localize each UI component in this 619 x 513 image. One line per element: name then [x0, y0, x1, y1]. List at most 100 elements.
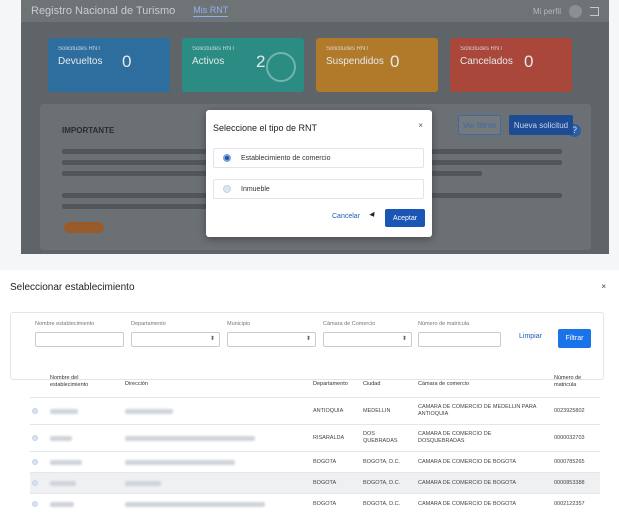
camara-select[interactable]: ⬍	[323, 332, 412, 347]
table-row[interactable]: RISARALDA DOS QUEBRADAS CAMARA DE COMERC…	[30, 425, 600, 452]
notice-action-button[interactable]	[64, 222, 104, 233]
close-icon[interactable]: ×	[418, 121, 423, 130]
rnt-dashboard: Registro Nacional de Turismo Mis RNT Mi …	[21, 0, 609, 254]
cell-matricula: 0000032703	[554, 435, 585, 441]
option-inmueble[interactable]: Inmueble	[213, 179, 424, 199]
ver-filtros-button[interactable]: Ver filtros	[458, 115, 501, 135]
close-icon[interactable]: ×	[601, 282, 606, 291]
table-row[interactable]: BOGOTA BOGOTA, D.C. CAMARA DE COMERCIO D…	[30, 473, 600, 494]
col-ciudad[interactable]: Ciudad	[363, 381, 380, 388]
card-count: 0	[524, 52, 534, 71]
radio-unselected-icon[interactable]	[32, 459, 38, 465]
card-devueltos[interactable]: Solicitudes RNT Devueltos 0	[48, 38, 170, 92]
table-row[interactable]: ANTIOQUIA MEDELLIN CAMARA DE COMERCIO DE…	[30, 398, 600, 425]
radio-unselected-icon[interactable]	[223, 185, 231, 193]
redacted-name	[50, 460, 82, 465]
table-row[interactable]: BOGOTA BOGOTA, D.C. CAMARA DE COMERCIO D…	[30, 494, 600, 513]
cell-camara: CAMARA DE COMERCIO DE MEDELLIN PARA ANTI…	[418, 404, 537, 417]
filter-label-departamento: Departamento	[131, 321, 166, 327]
card-activos[interactable]: Solicitudes RNT Activos 2	[182, 38, 304, 92]
app-header: Registro Nacional de Turismo Mis RNT Mi …	[21, 0, 609, 22]
filter-label-municipio: Municipio	[227, 321, 251, 327]
nombre-input[interactable]	[35, 332, 124, 347]
cell-departamento: ANTIOQUIA	[313, 408, 344, 414]
filtrar-button[interactable]: Filtrar	[558, 329, 591, 348]
cell-camara: CAMARA DE COMERCIO DE BOGOTA	[418, 459, 516, 465]
cell-departamento: RISARALDA	[313, 435, 345, 441]
check-circle-icon	[266, 52, 296, 82]
rnt-type-modal: Seleccione el tipo de RNT × Establecimie…	[206, 110, 432, 237]
card-caption: Solicitudes RNT	[58, 46, 102, 52]
radio-unselected-icon[interactable]	[32, 501, 38, 507]
table-row[interactable]: BOGOTA BOGOTA, D.C. CAMARA DE COMERCIO D…	[30, 452, 600, 473]
cell-matricula: 0000853388	[554, 480, 585, 486]
cell-departamento: BOGOTA	[313, 459, 337, 465]
chevron-updown-icon: ⬍	[401, 336, 407, 342]
cell-ciudad: BOGOTA, D.C.	[363, 480, 401, 486]
option-label: Inmueble	[241, 185, 270, 193]
municipio-select[interactable]: ⬍	[227, 332, 316, 347]
modal-title: Seleccione el tipo de RNT	[213, 123, 318, 133]
user-area: Mi perfil	[533, 4, 599, 18]
cell-camara: CAMARA DE COMERCIO DE DOSQUEBRADAS	[418, 431, 492, 444]
radio-selected-icon[interactable]	[223, 154, 231, 162]
cell-departamento: BOGOTA	[313, 480, 337, 486]
filter-label-camara: Cámara de Comercio	[323, 321, 376, 327]
radio-unselected-icon[interactable]	[32, 480, 38, 486]
user-profile-link[interactable]: Mi perfil	[533, 7, 561, 16]
cell-matricula: 0000785265	[554, 459, 585, 465]
card-label: Suspendidos	[326, 56, 384, 67]
chevron-updown-icon: ⬍	[305, 336, 311, 342]
radio-unselected-icon[interactable]	[32, 408, 38, 414]
cell-ciudad: BOGOTA, D.C.	[363, 501, 401, 507]
option-establecimiento[interactable]: Establecimiento de comercio	[213, 148, 424, 168]
departamento-select[interactable]: ⬍	[131, 332, 220, 347]
tab-mis-rnt[interactable]: Mis RNT	[193, 5, 229, 17]
cell-camara: CAMARA DE COMERCIO DE BOGOTA	[418, 480, 516, 486]
redacted-name	[50, 436, 72, 441]
limpiar-button[interactable]: Limpiar	[519, 333, 542, 340]
option-label: Establecimiento de comercio	[241, 154, 331, 162]
cell-matricula: 0023925802	[554, 408, 585, 414]
col-direccion[interactable]: Dirección	[125, 381, 148, 388]
col-departamento[interactable]: Departamento	[313, 381, 348, 388]
table-header: Nombre del establecimiento Dirección Dep…	[30, 370, 600, 398]
card-count: 2	[256, 52, 266, 71]
card-count: 0	[390, 52, 400, 71]
app-title: Registro Nacional de Turismo	[31, 5, 176, 17]
nueva-solicitud-button[interactable]: Nueva solicitud	[509, 115, 573, 135]
card-caption: Solicitudes RNT	[326, 46, 370, 52]
col-matricula[interactable]: Número de matricula	[554, 375, 598, 389]
card-suspendidos[interactable]: Solicitudes RNT Suspendidos 0	[316, 38, 438, 92]
redacted-address	[125, 481, 161, 486]
cell-ciudad: MEDELLIN	[363, 408, 391, 414]
status-cards: Solicitudes RNT Devueltos 0 Solicitudes …	[48, 38, 572, 92]
card-cancelados[interactable]: Solicitudes RNT Cancelados 0	[450, 38, 572, 92]
col-camara[interactable]: Cámara de comercio	[418, 381, 469, 388]
select-establishment-dialog: Seleccionar establecimiento × Nombre est…	[0, 270, 619, 513]
cell-ciudad: BOGOTA, D.C.	[363, 459, 401, 465]
redacted-name	[50, 502, 74, 507]
logout-icon[interactable]	[590, 6, 599, 16]
redacted-address	[125, 502, 265, 507]
cancel-button[interactable]: Cancelar	[332, 213, 360, 220]
matricula-input[interactable]	[418, 332, 501, 347]
redacted-address	[125, 460, 235, 465]
filter-label-matricula: Número de matricula	[418, 321, 470, 327]
cell-departamento: BOGOTA	[313, 501, 337, 507]
chevron-updown-icon: ⬍	[209, 336, 215, 342]
dialog-title: Seleccionar establecimiento	[10, 282, 135, 293]
notice-title: IMPORTANTE	[62, 126, 115, 135]
card-label: Devueltos	[58, 56, 103, 67]
card-count: 0	[122, 52, 132, 71]
avatar-icon[interactable]	[569, 4, 582, 18]
accept-button[interactable]: Aceptar	[385, 209, 425, 227]
filter-label-nombre: Nombre establecimiento	[35, 321, 95, 327]
redacted-name	[50, 481, 76, 486]
radio-unselected-icon[interactable]	[32, 435, 38, 441]
col-nombre[interactable]: Nombre del establecimiento	[50, 375, 100, 389]
redacted-address	[125, 436, 255, 441]
screenshot-frame: Registro Nacional de Turismo Mis RNT Mi …	[0, 0, 619, 513]
cell-camara: CAMARA DE COMERCIO DE BOGOTA	[418, 501, 516, 507]
redacted-name	[50, 409, 78, 414]
